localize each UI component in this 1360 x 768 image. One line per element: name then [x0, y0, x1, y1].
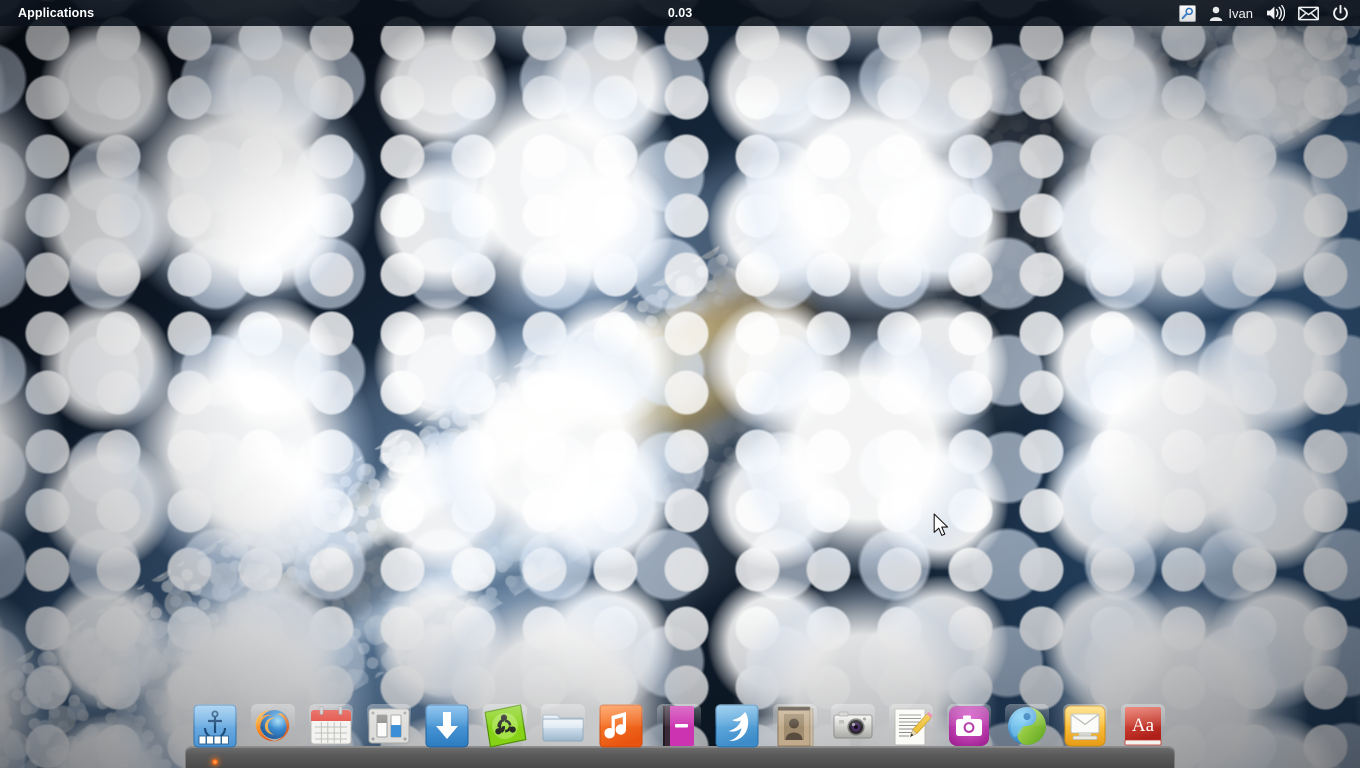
dock-item-web-browser[interactable]	[1005, 704, 1049, 748]
user-menu-button[interactable]: Ivan	[1209, 6, 1253, 21]
power-menu-button[interactable]	[1332, 5, 1349, 22]
dock-item-contacts[interactable]	[773, 704, 817, 748]
dock-item-text-editor[interactable]	[889, 704, 933, 748]
dock-item-music-player[interactable]	[599, 704, 643, 748]
dock-item-screenshot[interactable]	[947, 704, 991, 748]
applications-menu-button[interactable]: Applications	[13, 3, 99, 23]
dock-panel[interactable]: Aa	[185, 698, 1175, 768]
dock-item-plank-preferences[interactable]	[193, 704, 237, 748]
dock-item-downloads[interactable]	[425, 704, 469, 748]
dock-item-software-updater[interactable]	[483, 704, 527, 748]
envelope-icon	[1298, 6, 1319, 21]
dock-background	[185, 746, 1175, 768]
top-panel: Applications 0.03	[0, 0, 1360, 26]
user-name-label: Ivan	[1228, 6, 1253, 21]
power-icon	[1332, 5, 1349, 22]
dictionary-label: Aa	[1132, 715, 1155, 736]
wallpaper-vignette	[0, 0, 1360, 768]
volume-control-button[interactable]	[1266, 5, 1285, 21]
magnifier-icon	[1179, 5, 1196, 22]
screenshot-tool-button[interactable]	[1179, 5, 1196, 22]
dock-item-notes[interactable]	[657, 704, 701, 748]
running-indicator	[212, 759, 218, 765]
dock-item-dictionary[interactable]: Aa	[1121, 704, 1165, 748]
dock-item-calendar[interactable]	[309, 704, 353, 748]
user-icon	[1209, 6, 1223, 21]
dock-item-camera-import[interactable]	[831, 704, 875, 748]
dock-item-file-manager[interactable]	[541, 704, 585, 748]
dock-item-mail-reader[interactable]	[715, 704, 759, 748]
dock-item-settings-manager[interactable]	[367, 704, 411, 748]
speaker-icon	[1266, 5, 1285, 21]
desktop[interactable]: Applications 0.03	[0, 0, 1360, 768]
dock-item-firefox[interactable]	[251, 704, 295, 748]
system-load-monitor: 0.03	[0, 6, 1360, 20]
mail-indicator-button[interactable]	[1298, 6, 1319, 21]
dock-item-mail-client[interactable]	[1063, 704, 1107, 748]
system-load-value[interactable]: 0.03	[668, 6, 692, 20]
applications-menu-label: Applications	[18, 6, 94, 20]
